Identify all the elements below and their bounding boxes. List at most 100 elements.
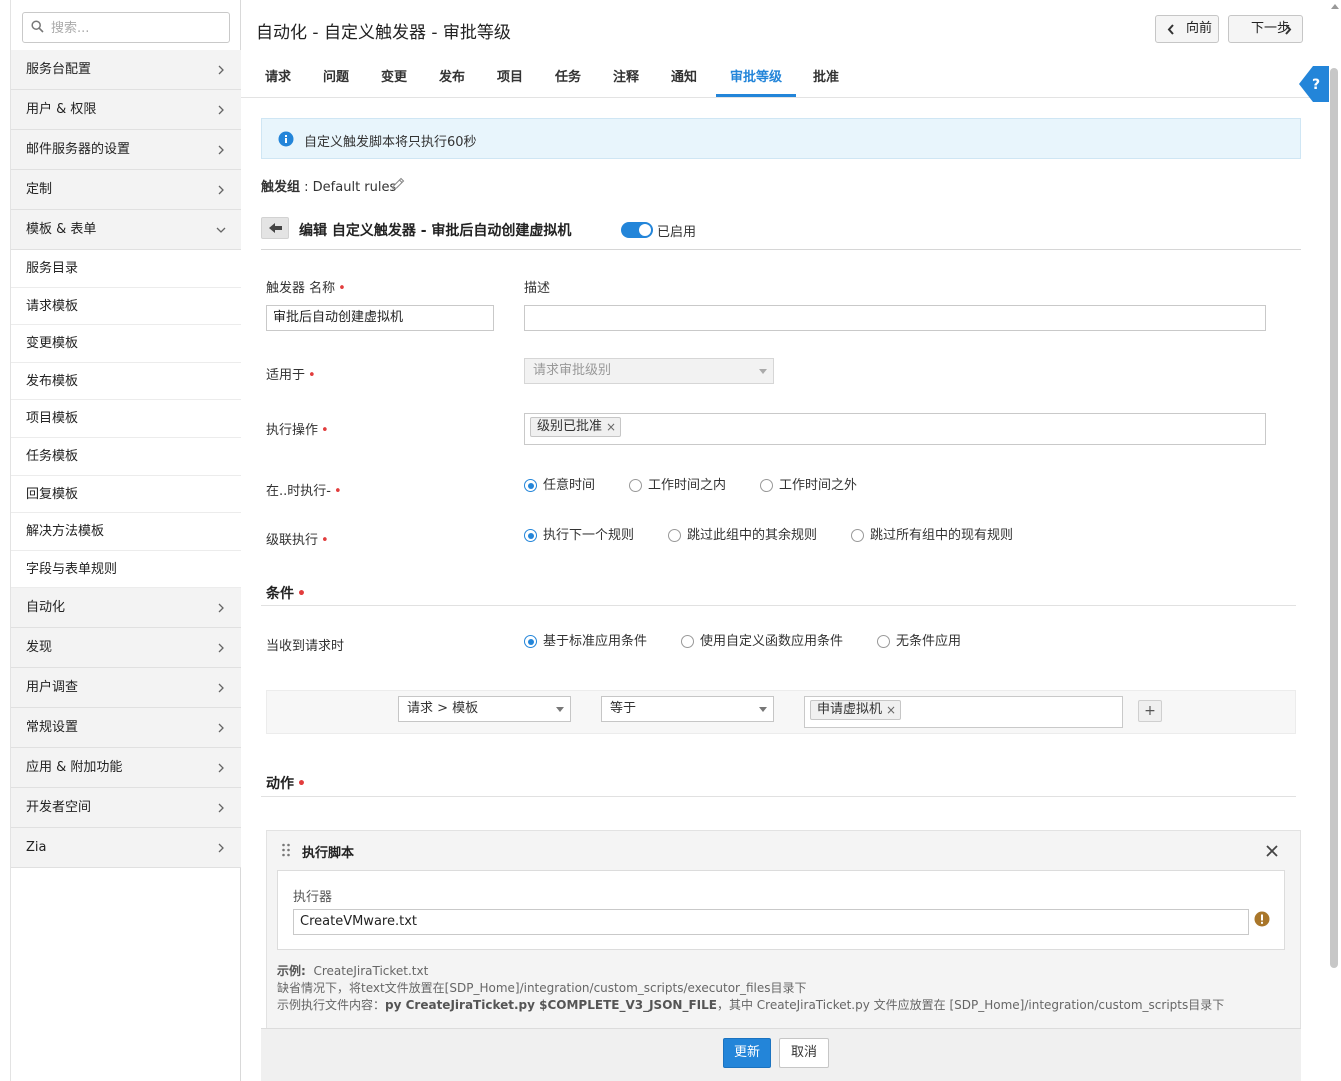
name-input[interactable]: 审批后自动创建虚拟机: [266, 305, 494, 331]
sidebar-subitem[interactable]: 任务模板: [11, 437, 241, 476]
tab-request[interactable]: 请求: [251, 58, 305, 97]
tab-approval-level[interactable]: 审批等级: [716, 58, 797, 97]
tab-notification[interactable]: 通知: [657, 58, 711, 97]
enabled-toggle[interactable]: [621, 222, 653, 238]
update-button[interactable]: 更新: [723, 1038, 771, 1068]
back-button[interactable]: [261, 217, 289, 239]
scrollbar[interactable]: [1330, 68, 1338, 968]
sidebar-item-label: 发现: [26, 640, 53, 656]
executor-input[interactable]: CreateVMware.txt: [293, 909, 1249, 935]
action-chip: 级别已批准 ×: [530, 417, 622, 437]
radio-anytime[interactable]: 任意时间: [524, 478, 595, 494]
name-label-text: 触发器 名称: [266, 281, 336, 296]
radio-skip-all[interactable]: 跳过所有组中的现有规则: [851, 528, 1013, 544]
tab-problem[interactable]: 问题: [309, 58, 363, 97]
condition-field-select[interactable]: 请求 > 模板: [398, 696, 571, 722]
tab-project[interactable]: 项目: [483, 58, 537, 97]
caret-down-icon: [759, 707, 767, 712]
radio-outside-hours[interactable]: 工作时间之外: [760, 478, 857, 494]
example-value: CreateJiraTicket.txt: [313, 964, 429, 978]
example-line: 示例: CreateJiraTicket.txt: [277, 962, 428, 979]
main-content: 自动化 - 自定义触发器 - 审批等级 向前 下一步 请求 问题 变更 发布 项…: [241, 0, 1329, 1081]
executor-label: 执行器: [293, 890, 333, 905]
chevron-down-icon: [216, 227, 226, 233]
applies-value: 请求审批级别: [533, 363, 612, 378]
sidebar-item-users[interactable]: 用户 & 权限: [11, 90, 241, 130]
scroll-up-icon[interactable]: [1331, 4, 1339, 9]
sidebar-subitem[interactable]: 变更模板: [11, 325, 241, 363]
radio-next-rule[interactable]: 执行下一个规则: [524, 528, 634, 544]
help-icon[interactable]: ?: [1299, 66, 1329, 102]
sidebar-item-label: 应用 & 附加功能: [26, 760, 123, 776]
sidebar-subitem[interactable]: 解决方法模板: [11, 513, 241, 551]
add-condition-button[interactable]: +: [1138, 700, 1162, 722]
sidebar-subitem[interactable]: 请求模板: [11, 287, 241, 326]
trigger-group: 触发组 : Default rules: [261, 176, 396, 195]
sidebar-item-apps[interactable]: 应用 & 附加功能: [11, 748, 241, 789]
sidebar-nav: 服务台配置 用户 & 权限 邮件服务器的设置 定制 模板 & 表单 服务目录 请…: [11, 50, 241, 869]
sidebar-item-discovery[interactable]: 发现: [11, 628, 241, 669]
sidebar-item-automation[interactable]: 自动化: [11, 588, 241, 629]
tab-note[interactable]: 注释: [599, 58, 653, 97]
conditions-title-text: 条件: [266, 586, 294, 602]
info-icon: [278, 131, 294, 147]
tab-task[interactable]: 任务: [541, 58, 595, 97]
tab-approval[interactable]: 批准: [799, 58, 853, 97]
remove-icon[interactable]: ×: [606, 418, 616, 436]
app-window: 服务台配置 用户 & 权限 邮件服务器的设置 定制 模板 & 表单 服务目录 请…: [0, 0, 1341, 1081]
applies-label-text: 适用于: [266, 368, 306, 383]
tab-change[interactable]: 变更: [367, 58, 421, 97]
prev-button[interactable]: 向前: [1155, 15, 1219, 43]
radio-no-condition[interactable]: 无条件应用: [877, 634, 961, 650]
chevron-right-icon: [218, 185, 224, 195]
chevron-right-icon: [218, 843, 224, 853]
chevron-right-icon: [218, 723, 224, 733]
sidebar-item-mail[interactable]: 邮件服务器的设置: [11, 130, 241, 170]
sidebar-item-developer[interactable]: 开发者空间: [11, 788, 241, 829]
action-label-text: 执行操作: [266, 423, 319, 438]
tab-bar: 请求 问题 变更 发布 项目 任务 注释 通知 审批等级 批准: [241, 58, 1328, 98]
sidebar-item-label: 常规设置: [26, 720, 79, 736]
action-multiselect[interactable]: [524, 413, 1266, 445]
tab-release[interactable]: 发布: [425, 58, 479, 97]
remove-icon[interactable]: ×: [886, 701, 896, 719]
divider: [261, 796, 1296, 797]
help-line-2: 缺省情况下，将text文件放置在[SDP_Home]/integration/c…: [277, 981, 807, 995]
chevron-right-icon: [218, 763, 224, 773]
info-banner: 自定义触发脚本将只执行60秒: [261, 118, 1301, 159]
drag-handle-icon[interactable]: [281, 843, 291, 857]
sidebar-item-templates[interactable]: 模板 & 表单: [11, 210, 241, 250]
pencil-icon[interactable]: [390, 176, 406, 192]
sidebar-subitem[interactable]: 项目模板: [11, 400, 241, 438]
search-input[interactable]: [51, 18, 221, 38]
help-line-3: 示例执行文件内容：py CreateJiraTicket.py $COMPLET…: [277, 996, 1224, 1013]
next-button[interactable]: 下一步: [1228, 15, 1303, 43]
chevron-right-icon: [218, 643, 224, 653]
sidebar-subitem[interactable]: 字段与表单规则: [11, 550, 241, 589]
sidebar-item-customize[interactable]: 定制: [11, 170, 241, 210]
sidebar-subitem[interactable]: 回复模板: [11, 475, 241, 514]
search-box[interactable]: [22, 12, 230, 43]
chevron-right-icon: [218, 603, 224, 613]
when-label-text: 在..时执行-: [266, 484, 331, 499]
radio-standard-criteria[interactable]: 基于标准应用条件: [524, 634, 647, 650]
chevron-right-icon: [218, 803, 224, 813]
cancel-button[interactable]: 取消: [779, 1038, 829, 1068]
arrow-left-icon: [269, 223, 282, 233]
sidebar-item-zia[interactable]: Zia: [11, 828, 241, 869]
sidebar-subitem[interactable]: 服务目录: [11, 250, 241, 288]
sidebar-subitem[interactable]: 发布模板: [11, 362, 241, 401]
radio-custom-function[interactable]: 使用自定义函数应用条件: [681, 634, 843, 650]
caret-down-icon: [556, 707, 564, 712]
chevron-right-icon: [218, 683, 224, 693]
cascade-label: 级联执行 •: [266, 533, 329, 548]
sidebar-item-helpdesk[interactable]: 服务台配置: [11, 50, 241, 90]
sidebar-item-general[interactable]: 常规设置: [11, 708, 241, 749]
desc-input[interactable]: [524, 305, 1266, 331]
radio-skip-group[interactable]: 跳过此组中的其余规则: [668, 528, 817, 544]
close-icon[interactable]: [1265, 844, 1279, 858]
condition-operator-select[interactable]: 等于: [601, 696, 774, 722]
sidebar-item-survey[interactable]: 用户调查: [11, 668, 241, 709]
condition-operator-value: 等于: [610, 701, 637, 716]
radio-within-hours[interactable]: 工作时间之内: [629, 478, 726, 494]
